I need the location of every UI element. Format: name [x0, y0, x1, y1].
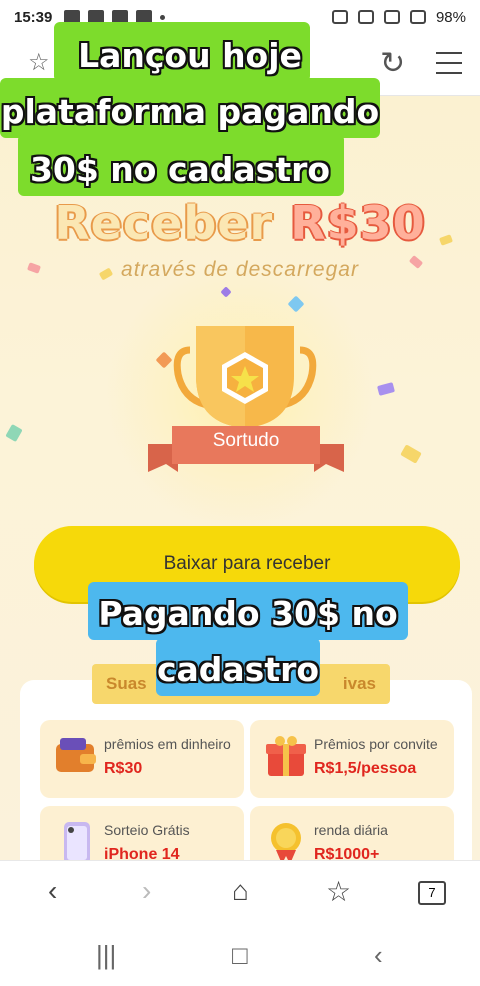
- reward-tile-label: Prêmios por convite: [314, 736, 438, 752]
- medal-icon: [271, 823, 301, 860]
- promo-title: Receber R$30: [0, 196, 480, 250]
- lucky-badge-label: Sortudo: [212, 430, 280, 451]
- reward-tile-value: R$30: [104, 760, 143, 777]
- reload-icon[interactable]: ↻: [380, 46, 405, 81]
- confetti: [5, 423, 23, 443]
- caption-green: Lançou hoje plataforma pagando 30$ no ca…: [0, 22, 380, 196]
- web-page: Receber R$30 através de descarregar Sort…: [0, 96, 480, 860]
- caption-line: Lançou hoje: [78, 36, 302, 75]
- bookmarks-icon[interactable]: ☆: [326, 875, 351, 908]
- confetti: [400, 444, 422, 464]
- reward-tile-value: iPhone 14: [104, 846, 180, 860]
- reward-tile-label: renda diária: [314, 822, 388, 838]
- tabs-icon[interactable]: 7: [418, 881, 446, 905]
- phone-icon: [64, 822, 90, 860]
- caption-line: plataforma pagando: [0, 92, 380, 131]
- home-button-icon[interactable]: □: [232, 940, 248, 971]
- reward-tile-lottery[interactable]: Sorteio Grátis iPhone 14: [40, 806, 244, 860]
- rewards-banner-right: ivas: [342, 674, 376, 693]
- caption-line: Pagando 30$ no: [98, 594, 398, 633]
- promo-title-word: Receber: [54, 196, 274, 250]
- reward-tile-value: R$1,5/pessoa: [314, 760, 417, 777]
- rewards-banner-left: Suas: [106, 674, 147, 693]
- back-icon[interactable]: ‹: [48, 875, 57, 907]
- reward-tile-invite[interactable]: Prêmios por convite R$1,5/pessoa: [250, 720, 454, 798]
- reward-tile-label: prêmios em dinheiro: [104, 736, 231, 752]
- system-nav-bar: ||| □ ‹: [0, 924, 480, 986]
- back-button-icon[interactable]: ‹: [374, 940, 383, 971]
- menu-icon[interactable]: [436, 52, 462, 82]
- home-icon[interactable]: ⌂: [232, 875, 249, 907]
- reward-tile-daily[interactable]: renda diária R$1000+: [250, 806, 454, 860]
- do-not-disturb-icon: [383, 10, 400, 24]
- caption-line: cadastro: [156, 650, 320, 689]
- more-notifications-icon: [160, 14, 166, 20]
- wallet-icon: [56, 738, 96, 772]
- promo-title-amount: R$30: [290, 196, 426, 250]
- signal-icon: [409, 10, 426, 24]
- browser-bottom-nav: ‹ › ⌂ ☆ 7: [0, 860, 480, 924]
- reward-tile-value: R$1000+: [314, 846, 380, 860]
- battery-level: 98%: [435, 8, 466, 26]
- reward-tile-label: Sorteio Grátis: [104, 822, 190, 838]
- caption-line: 30$ no cadastro: [29, 150, 331, 189]
- recent-apps-icon[interactable]: |||: [96, 940, 116, 971]
- reward-tile-cash[interactable]: prêmios em dinheiro R$30: [40, 720, 244, 798]
- promo-subtitle: através de descarregar: [121, 258, 359, 281]
- gift-icon: [266, 736, 306, 776]
- forward-icon[interactable]: ›: [142, 875, 151, 907]
